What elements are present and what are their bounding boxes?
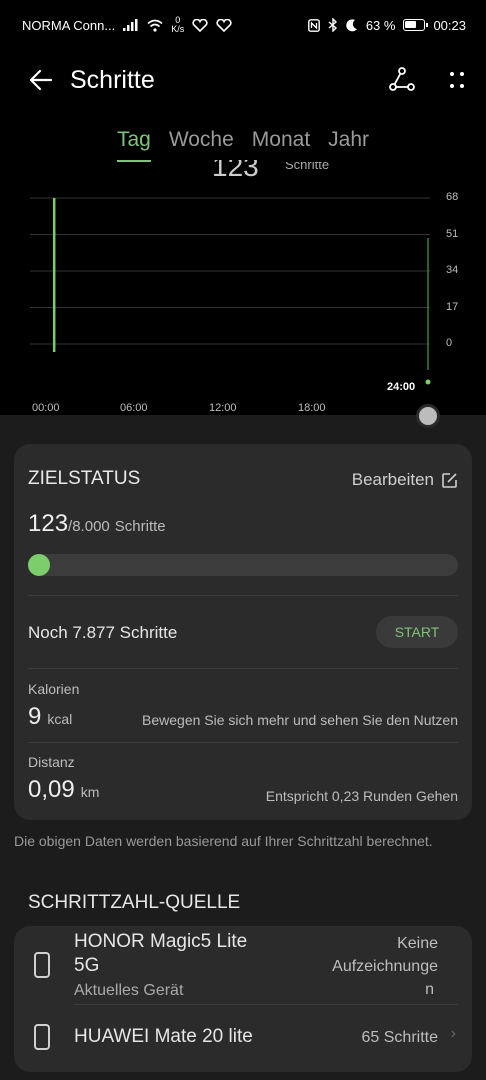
- device-row[interactable]: HUAWEI Mate 20 lite 65 Schritte ›: [14, 1006, 472, 1070]
- distance-hint: Entspricht 0,23 Runden Gehen: [265, 788, 458, 804]
- battery-icon: [403, 19, 429, 31]
- edit-icon: [442, 472, 457, 488]
- goal-progress-bar: [28, 554, 458, 576]
- chart-y-tick: 51: [446, 227, 459, 240]
- chevron-right-icon: ›: [450, 1025, 456, 1042]
- divider: [28, 668, 458, 669]
- calories-label: Kalorien: [28, 681, 80, 697]
- chart-y-tick: 34: [446, 264, 459, 276]
- device-status-line: Keine: [397, 935, 438, 952]
- health-heart-icon: [192, 18, 208, 32]
- goal-progress-fill: [28, 554, 50, 576]
- chart-x-tick: 12:00: [209, 402, 237, 414]
- clock: 00:23: [433, 17, 466, 33]
- edit-goal-label: Bearbeiten: [351, 470, 434, 489]
- title-bar: Schritte: [0, 50, 486, 110]
- bluetooth-icon: [328, 18, 337, 32]
- goal-status-header: ZIELSTATUS: [28, 468, 141, 489]
- device-status: Keine Aufzeichnunge n: [332, 932, 438, 1001]
- distance-value: 0,09: [28, 776, 75, 803]
- chart-time-marker: 24:00: [387, 381, 416, 393]
- carrier-label: NORMA Conn...: [22, 17, 116, 33]
- chart-y-tick: 0: [446, 337, 453, 349]
- wifi-icon: [147, 19, 163, 32]
- step-source-card: HONOR Magic5 Lite 5G Aktuelles Gerät Kei…: [14, 926, 472, 1072]
- steps-chart[interactable]: [0, 110, 486, 415]
- page-title: Schritte: [70, 65, 155, 94]
- phone-icon: [34, 1024, 50, 1050]
- chart-area: Tag Woche Monat Jahr 123 Schritte 00:00 06:0…: [0, 110, 486, 415]
- chart-y-tick: 68: [446, 191, 459, 203]
- status-bar: NORMA Conn... 0 K/s 63 % 00:23: [0, 0, 486, 50]
- footnote: Die obigen Daten werden basierend auf Ih…: [14, 833, 433, 849]
- share-route-icon[interactable]: [388, 66, 416, 94]
- calories-value-row: 9 kcal: [28, 703, 72, 731]
- calories-value: 9: [28, 703, 42, 730]
- device-subtitle: Aktuelles Gerät: [74, 982, 184, 999]
- chart-x-tick: 18:00: [298, 402, 326, 414]
- distance-label: Distanz: [28, 754, 75, 770]
- divider: [74, 1004, 458, 1005]
- device-name-line: 5G: [74, 955, 100, 976]
- device-row[interactable]: HONOR Magic5 Lite 5G Aktuelles Gerät Kei…: [14, 926, 472, 1004]
- chart-cursor-dot: [425, 379, 431, 385]
- chart-scrub-handle[interactable]: [416, 404, 440, 428]
- divider: [28, 742, 458, 743]
- chart-x-tick: 00:00: [32, 402, 60, 414]
- signal-icon: [123, 19, 138, 31]
- battery-percent: 63 %: [365, 17, 396, 33]
- distance-value-row: 0,09 km: [28, 776, 99, 804]
- device-status-line: n: [425, 981, 434, 998]
- more-options-icon[interactable]: [448, 70, 466, 90]
- source-section-title: SCHRITTZAHL-QUELLE: [28, 892, 241, 913]
- net-speed-unit: K/s: [171, 24, 185, 34]
- phone-icon: [34, 952, 50, 978]
- calories-hint: Bewegen Sie sich mehr und sehen Sie den …: [142, 712, 458, 728]
- back-arrow-icon[interactable]: [28, 67, 54, 93]
- steps-goal: /8.000: [68, 518, 110, 535]
- health-heart-icon: [216, 18, 232, 32]
- steps-current: 123: [28, 510, 69, 537]
- distance-unit: km: [80, 784, 100, 800]
- device-name: HONOR Magic5 Lite 5G: [74, 930, 247, 978]
- chart-y-tick: 17: [446, 300, 459, 313]
- nfc-icon: [307, 18, 320, 32]
- steps-summary: 123 /8.000 Schritte: [28, 510, 166, 538]
- device-name-line: HONOR Magic5 Lite: [74, 931, 248, 952]
- edit-goal-button[interactable]: Bearbeiten: [352, 470, 458, 490]
- net-speed: 0 K/s: [171, 16, 184, 34]
- chart-x-tick: 06:00: [120, 402, 148, 414]
- device-status-line: Aufzeichnunge: [332, 958, 438, 975]
- goal-status-card: ZIELSTATUS Bearbeiten 123 /8.000 Schritt…: [14, 444, 472, 820]
- divider: [28, 595, 458, 596]
- moon-icon: [346, 18, 357, 31]
- device-status: 65 Schritte: [361, 1029, 438, 1046]
- device-name: HUAWEI Mate 20 lite: [74, 1026, 253, 1047]
- calories-unit: kcal: [47, 711, 73, 727]
- start-workout-button[interactable]: START: [376, 616, 458, 648]
- steps-unit: Schritte: [114, 518, 166, 535]
- chart-bar: [52, 198, 56, 352]
- remaining-steps: Noch 7.877 Schritte: [28, 623, 178, 642]
